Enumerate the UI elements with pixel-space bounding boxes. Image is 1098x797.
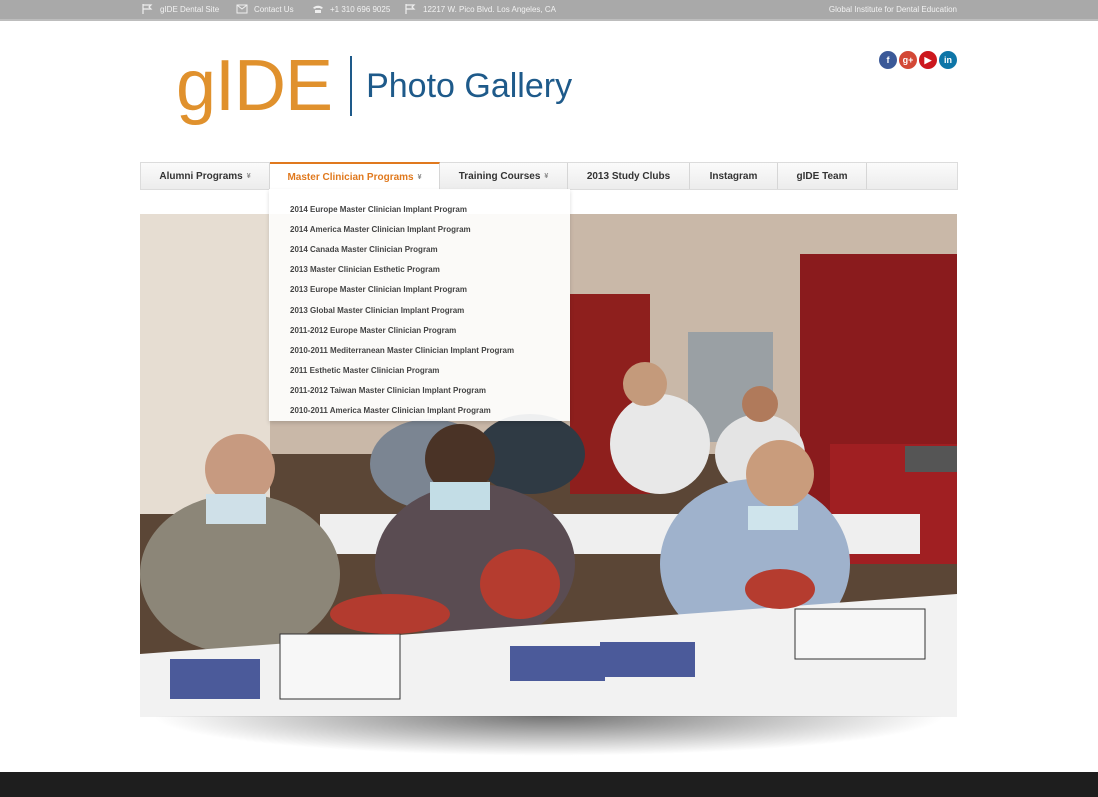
logo-divider: [350, 56, 353, 116]
main-nav: Alumni Programs ¥ Master Clinician Progr…: [140, 162, 958, 190]
phone-icon: [313, 5, 323, 13]
chevron-down-icon: ¥: [544, 172, 549, 180]
nav-alumni-programs[interactable]: Alumni Programs ¥: [141, 163, 270, 189]
dropdown-item[interactable]: 2011-2012 Europe Master Clinician Progra…: [269, 320, 570, 340]
chevron-down-icon: ¥: [246, 172, 251, 180]
nav-label: Instagram: [709, 170, 758, 182]
dropdown-item[interactable]: 2014 Europe Master Clinician Implant Pro…: [269, 199, 570, 219]
logo-brand: gIDE: [176, 46, 333, 126]
phone-link[interactable]: +1 310 696 9025: [312, 4, 390, 14]
nav-label: Alumni Programs: [159, 170, 243, 182]
dropdown-item[interactable]: 2011 Esthetic Master Clinician Program: [269, 361, 570, 381]
institute-name: Global Institute for Dental Education: [828, 5, 957, 14]
dropdown-item[interactable]: 2011-2012 Taiwan Master Clinician Implan…: [269, 381, 570, 401]
dental-site-label: gIDE Dental Site: [160, 4, 220, 14]
address-link[interactable]: 12217 W. Pico Blvd. Los Angeles, CA: [405, 4, 556, 14]
nav-gide-team[interactable]: gIDE Team: [778, 163, 867, 189]
dropdown-item[interactable]: 2010-2011 Mediterranean Master Clinician…: [269, 340, 570, 360]
facebook-icon[interactable]: f: [879, 51, 897, 69]
linkedin-icon[interactable]: in: [939, 51, 957, 69]
chevron-down-icon: ¥: [417, 173, 422, 181]
nav-label: Training Courses: [458, 170, 541, 182]
flag-icon: [142, 4, 153, 14]
contact-label: Contact Us: [254, 4, 294, 14]
footer: [0, 772, 1098, 797]
dropdown-item[interactable]: 2013 Master Clinician Esthetic Program: [269, 260, 570, 280]
contact-link[interactable]: Contact Us: [236, 4, 294, 14]
photo-shadow: [150, 716, 947, 756]
master-clinician-dropdown: 2014 Europe Master Clinician Implant Pro…: [269, 189, 570, 421]
dropdown-item[interactable]: 2014 Canada Master Clinician Program: [269, 239, 570, 259]
social-links: f g+ ▶ in: [879, 51, 957, 69]
address-label: 12217 W. Pico Blvd. Los Angeles, CA: [423, 4, 556, 14]
nav-training-courses[interactable]: Training Courses ¥: [440, 163, 568, 189]
site-logo[interactable]: gIDE Photo Gallery: [176, 50, 572, 122]
youtube-icon[interactable]: ▶: [919, 51, 937, 69]
envelope-icon: [236, 4, 248, 14]
dropdown-item[interactable]: 2013 Europe Master Clinician Implant Pro…: [269, 280, 570, 300]
nav-master-clinician-programs[interactable]: Master Clinician Programs ¥: [270, 162, 440, 190]
dropdown-item[interactable]: 2014 America Master Clinician Implant Pr…: [269, 219, 570, 239]
nav-label: Master Clinician Programs: [287, 171, 414, 183]
nav-label: gIDE Team: [796, 170, 848, 182]
dropdown-item[interactable]: 2013 Global Master Clinician Implant Pro…: [269, 300, 570, 320]
page-title: Photo Gallery: [366, 67, 573, 105]
nav-label: 2013 Study Clubs: [586, 170, 671, 182]
nav-study-clubs[interactable]: 2013 Study Clubs: [568, 163, 690, 189]
dental-site-link[interactable]: gIDE Dental Site: [142, 4, 219, 14]
nav-instagram[interactable]: Instagram: [690, 163, 778, 189]
google-plus-icon[interactable]: g+: [899, 51, 917, 69]
top-bar: gIDE Dental Site Contact Us +1 310 696 9…: [0, 0, 1098, 21]
dropdown-item[interactable]: 2010-2011 America Master Clinician Impla…: [269, 401, 570, 421]
phone-label: +1 310 696 9025: [330, 4, 391, 14]
flag-icon: [405, 4, 416, 14]
